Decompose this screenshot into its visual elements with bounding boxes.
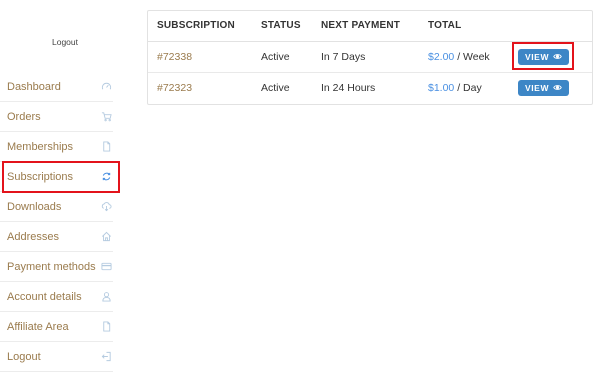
sidebar-item-label: Downloads — [7, 200, 62, 213]
column-header-actions — [509, 11, 592, 42]
logout-icon — [99, 350, 113, 364]
view-button[interactable]: VIEW — [518, 48, 569, 65]
subscription-id-link[interactable]: #72338 — [157, 51, 192, 63]
eye-icon — [553, 85, 562, 91]
next-payment: In 7 Days — [312, 41, 419, 73]
account-page: Logout Dashboard Orders Memberships Subs… — [0, 0, 600, 379]
dashboard-gauge-icon — [99, 80, 113, 94]
subscription-status: Active — [252, 41, 312, 73]
sidebar-item-affiliate-area[interactable]: Affiliate Area — [0, 312, 113, 342]
view-button-label: VIEW — [524, 82, 550, 93]
subscriptions-table: SUBSCRIPTION STATUS NEXT PAYMENT TOTAL #… — [147, 10, 593, 105]
cart-icon — [99, 110, 113, 124]
view-button-label: VIEW — [524, 51, 550, 62]
table-row: #72338 Active In 7 Days $2.00 / Week VIE… — [148, 41, 592, 73]
top-logout-link[interactable]: Logout — [0, 37, 130, 47]
sidebar-item-label: Dashboard — [7, 80, 61, 93]
subscription-status: Active — [261, 81, 290, 94]
subscription-total: $2.00 / Week — [419, 41, 509, 73]
sidebar-item-label: Payment methods — [7, 260, 96, 273]
sidebar-item-addresses[interactable]: Addresses — [0, 222, 113, 252]
user-icon — [99, 290, 113, 304]
sidebar-item-label: Logout — [7, 350, 41, 363]
table-row: #72323 Active In 24 Hours $1.00 / Day VI… — [148, 72, 592, 103]
sidebar-item-label: Memberships — [7, 140, 74, 153]
sidebar-item-account-details[interactable]: Account details — [0, 282, 113, 312]
account-sidebar: Logout Dashboard Orders Memberships Subs… — [0, 0, 125, 379]
subscription-total: $1.00 / Day — [419, 72, 509, 103]
sidebar-item-subscriptions[interactable]: Subscriptions — [0, 162, 113, 192]
sidebar-item-memberships[interactable]: Memberships — [0, 132, 113, 162]
sidebar-item-label: Subscriptions — [7, 170, 74, 183]
document-icon — [99, 320, 113, 334]
sidebar-item-label: Account details — [7, 290, 82, 303]
account-navigation: Dashboard Orders Memberships Subscriptio… — [0, 72, 125, 372]
sidebar-item-payment-methods[interactable]: Payment methods — [0, 252, 113, 282]
column-header-next-payment: NEXT PAYMENT — [312, 11, 419, 42]
cloud-download-icon — [99, 200, 113, 214]
credit-card-icon — [99, 260, 113, 274]
sidebar-item-orders[interactable]: Orders — [0, 102, 113, 132]
eye-icon — [553, 54, 562, 59]
column-header-status: STATUS — [252, 11, 312, 42]
document-icon — [99, 140, 113, 154]
sidebar-item-dashboard[interactable]: Dashboard — [0, 72, 113, 102]
sidebar-item-label: Addresses — [7, 230, 59, 243]
sidebar-item-downloads[interactable]: Downloads — [0, 192, 113, 222]
price-amount: $2.00 — [428, 50, 455, 63]
price-period: / Day — [454, 81, 482, 94]
price-period: / Week — [454, 50, 490, 63]
column-header-total: TOTAL — [419, 11, 509, 42]
home-icon — [99, 230, 113, 244]
price-amount: $1.00 — [428, 81, 455, 94]
sidebar-item-logout[interactable]: Logout — [0, 342, 113, 372]
column-header-subscription: SUBSCRIPTION — [148, 11, 252, 42]
view-button[interactable]: VIEW — [518, 79, 569, 96]
subscription-id-link[interactable]: #72323 — [157, 82, 192, 94]
sidebar-item-label: Orders — [7, 110, 41, 123]
next-payment: In 24 Hours — [321, 81, 376, 94]
refresh-icon — [99, 170, 113, 184]
sidebar-item-label: Affiliate Area — [7, 320, 69, 333]
table-header-row: SUBSCRIPTION STATUS NEXT PAYMENT TOTAL — [148, 11, 592, 42]
